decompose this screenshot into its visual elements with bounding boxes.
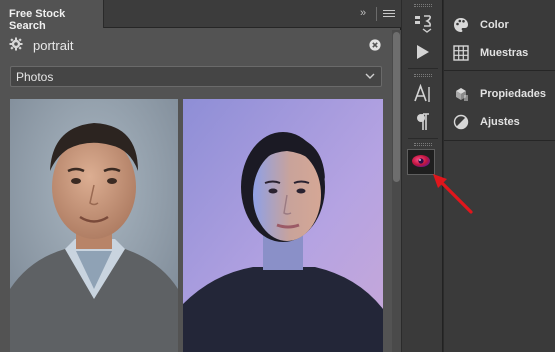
panel-item-label: Muestras bbox=[480, 47, 529, 59]
chevron-down-icon bbox=[365, 73, 375, 79]
collapse-panel-button[interactable]: » bbox=[360, 7, 366, 19]
search-row bbox=[0, 30, 392, 62]
panel-item-label: Propiedades bbox=[480, 88, 547, 100]
scroll-thumb[interactable] bbox=[393, 32, 400, 182]
clear-search-icon[interactable] bbox=[369, 39, 381, 51]
play-icon[interactable] bbox=[410, 40, 436, 64]
panel-header: Free Stock Search » bbox=[0, 0, 401, 32]
panel-item-label: Color bbox=[480, 19, 509, 31]
results-scrollbar[interactable] bbox=[392, 30, 401, 352]
panel-item-swatches[interactable]: Muestras bbox=[444, 39, 555, 67]
paragraph-icon[interactable] bbox=[410, 110, 436, 134]
adjustments-icon bbox=[453, 114, 469, 130]
panel-item-label: Ajustes bbox=[480, 116, 520, 128]
paragraph-styles-icon[interactable] bbox=[410, 12, 436, 36]
free-stock-search-panel: Free Stock Search » Photos bbox=[0, 0, 401, 352]
tool-group-grip[interactable] bbox=[414, 74, 432, 77]
tool-divider bbox=[408, 68, 438, 69]
palette-icon bbox=[454, 18, 468, 32]
extension-icon[interactable] bbox=[407, 149, 435, 175]
gear-icon[interactable] bbox=[9, 37, 23, 51]
panel-group-divider bbox=[444, 140, 555, 141]
character-icon[interactable] bbox=[410, 82, 436, 106]
header-divider bbox=[376, 7, 377, 21]
panel-item-color[interactable]: Color bbox=[444, 11, 555, 39]
panel-item-properties[interactable]: Propiedades bbox=[444, 80, 555, 108]
tool-divider bbox=[408, 138, 438, 139]
search-input[interactable] bbox=[33, 35, 353, 55]
dropdown-selected-value: Photos bbox=[16, 70, 54, 84]
search-results bbox=[10, 99, 384, 352]
asset-type-dropdown[interactable]: Photos bbox=[10, 66, 382, 87]
properties-icon bbox=[456, 88, 468, 101]
result-thumbnail-woman[interactable] bbox=[183, 99, 383, 352]
panel-group-divider bbox=[444, 70, 555, 71]
tool-group-grip[interactable] bbox=[414, 4, 432, 7]
result-thumbnail-man[interactable] bbox=[10, 99, 178, 352]
panel-tab[interactable]: Free Stock Search bbox=[0, 0, 104, 32]
panel-item-adjustments[interactable]: Ajustes bbox=[444, 108, 555, 136]
tool-group-grip[interactable] bbox=[414, 143, 432, 146]
panel-menu-button[interactable] bbox=[383, 10, 395, 20]
right-dock-panel: Color Muestras Propiedades Ajustes bbox=[444, 0, 555, 352]
grid-icon bbox=[453, 45, 469, 61]
